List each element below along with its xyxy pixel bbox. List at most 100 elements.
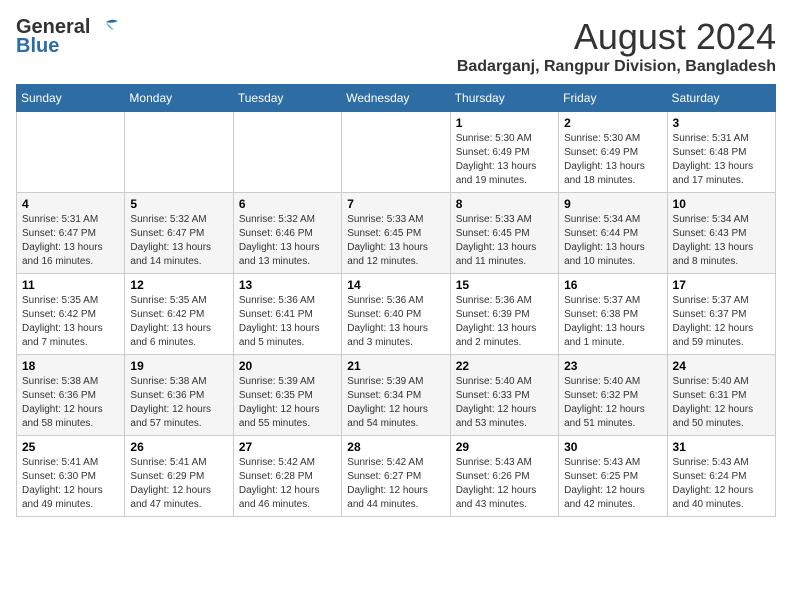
week-row-4: 18 Sunrise: 5:38 AM Sunset: 6:36 PM Dayli… [17, 355, 776, 436]
day-number: 17 [673, 278, 770, 292]
day-info: Sunrise: 5:37 AM Sunset: 6:37 PM Dayligh… [673, 294, 770, 350]
day-info: Sunrise: 5:36 AM Sunset: 6:39 PM Dayligh… [456, 294, 553, 350]
day-info: Sunrise: 5:36 AM Sunset: 6:41 PM Dayligh… [239, 294, 336, 350]
day-info: Sunrise: 5:42 AM Sunset: 6:27 PM Dayligh… [347, 456, 444, 512]
day-number: 27 [239, 440, 336, 454]
calendar-cell-w5-d2: 26Sunrise: 5:41 AM Sunset: 6:29 PM Dayli… [125, 436, 233, 517]
title-section: August 2024 Badarganj, Rangpur Division,… [457, 16, 776, 76]
week-row-3: 11 Sunrise: 5:35 AM Sunset: 6:42 PM Dayli… [17, 274, 776, 355]
logo-bird-icon [92, 18, 120, 38]
calendar-cell-w3-d7: 17 Sunrise: 5:37 AM Sunset: 6:37 PM Dayli… [667, 274, 775, 355]
week-row-1: 1Sunrise: 5:30 AM Sunset: 6:49 PM Daylig… [17, 112, 776, 193]
day-info: Sunrise: 5:34 AM Sunset: 6:44 PM Dayligh… [564, 213, 661, 269]
calendar-cell-w2-d2: 5Sunrise: 5:32 AM Sunset: 6:47 PM Daylig… [125, 193, 233, 274]
day-number: 11 [22, 278, 119, 292]
calendar-cell-w3-d6: 16 Sunrise: 5:37 AM Sunset: 6:38 PM Dayli… [559, 274, 667, 355]
day-number: 16 [564, 278, 661, 292]
calendar-cell-w2-d1: 4 Sunrise: 5:31 AM Sunset: 6:47 PM Daylig… [17, 193, 125, 274]
day-info: Sunrise: 5:39 AM Sunset: 6:34 PM Dayligh… [347, 375, 444, 431]
calendar-cell-w3-d5: 15Sunrise: 5:36 AM Sunset: 6:39 PM Dayli… [450, 274, 558, 355]
calendar-cell-w4-d1: 18 Sunrise: 5:38 AM Sunset: 6:36 PM Dayli… [17, 355, 125, 436]
day-number: 28 [347, 440, 444, 454]
day-info: Sunrise: 5:35 AM Sunset: 6:42 PM Dayligh… [22, 294, 119, 350]
calendar-cell-w1-d2 [125, 112, 233, 193]
page-header: General Blue August 2024 Badarganj, Rang… [16, 16, 776, 76]
day-number: 25 [22, 440, 119, 454]
week-row-5: 25 Sunrise: 5:41 AM Sunset: 6:30 PM Dayli… [17, 436, 776, 517]
calendar-cell-w2-d5: 8 Sunrise: 5:33 AM Sunset: 6:45 PM Daylig… [450, 193, 558, 274]
day-info: Sunrise: 5:41 AM Sunset: 6:30 PM Dayligh… [22, 456, 119, 512]
calendar-cell-w3-d4: 14 Sunrise: 5:36 AM Sunset: 6:40 PM Dayli… [342, 274, 450, 355]
day-info: Sunrise: 5:30 AM Sunset: 6:49 PM Dayligh… [456, 132, 553, 188]
calendar-cell-w1-d6: 2 Sunrise: 5:30 AM Sunset: 6:49 PM Daylig… [559, 112, 667, 193]
day-info: Sunrise: 5:31 AM Sunset: 6:48 PM Dayligh… [673, 132, 770, 188]
day-number: 24 [673, 359, 770, 373]
day-number: 19 [130, 359, 227, 373]
day-info: Sunrise: 5:37 AM Sunset: 6:38 PM Dayligh… [564, 294, 661, 350]
day-info: Sunrise: 5:30 AM Sunset: 6:49 PM Dayligh… [564, 132, 661, 188]
logo-blue: Blue [16, 35, 59, 58]
header-tuesday: Tuesday [233, 85, 341, 112]
calendar-table: Sunday Monday Tuesday Wednesday Thursday… [16, 84, 776, 517]
calendar-cell-w5-d5: 29 Sunrise: 5:43 AM Sunset: 6:26 PM Dayli… [450, 436, 558, 517]
month-year-title: August 2024 [457, 16, 776, 58]
calendar-cell-w5-d1: 25 Sunrise: 5:41 AM Sunset: 6:30 PM Dayli… [17, 436, 125, 517]
day-number: 14 [347, 278, 444, 292]
logo: General Blue [16, 16, 120, 58]
calendar-cell-w1-d4 [342, 112, 450, 193]
day-info: Sunrise: 5:43 AM Sunset: 6:24 PM Dayligh… [673, 456, 770, 512]
day-info: Sunrise: 5:39 AM Sunset: 6:35 PM Dayligh… [239, 375, 336, 431]
day-number: 22 [456, 359, 553, 373]
day-info: Sunrise: 5:36 AM Sunset: 6:40 PM Dayligh… [347, 294, 444, 350]
calendar-cell-w4-d4: 21 Sunrise: 5:39 AM Sunset: 6:34 PM Dayli… [342, 355, 450, 436]
calendar-cell-w2-d7: 10Sunrise: 5:34 AM Sunset: 6:43 PM Dayli… [667, 193, 775, 274]
day-number: 30 [564, 440, 661, 454]
calendar-cell-w1-d1 [17, 112, 125, 193]
day-info: Sunrise: 5:35 AM Sunset: 6:42 PM Dayligh… [130, 294, 227, 350]
day-number: 21 [347, 359, 444, 373]
header-wednesday: Wednesday [342, 85, 450, 112]
day-number: 3 [673, 116, 770, 130]
day-info: Sunrise: 5:38 AM Sunset: 6:36 PM Dayligh… [22, 375, 119, 431]
calendar-cell-w3-d2: 12 Sunrise: 5:35 AM Sunset: 6:42 PM Dayli… [125, 274, 233, 355]
day-number: 12 [130, 278, 227, 292]
week-row-2: 4 Sunrise: 5:31 AM Sunset: 6:47 PM Daylig… [17, 193, 776, 274]
day-number: 29 [456, 440, 553, 454]
day-number: 5 [130, 197, 227, 211]
day-number: 4 [22, 197, 119, 211]
calendar-cell-w2-d4: 7Sunrise: 5:33 AM Sunset: 6:45 PM Daylig… [342, 193, 450, 274]
calendar-cell-w2-d3: 6Sunrise: 5:32 AM Sunset: 6:46 PM Daylig… [233, 193, 341, 274]
day-info: Sunrise: 5:33 AM Sunset: 6:45 PM Dayligh… [456, 213, 553, 269]
day-info: Sunrise: 5:40 AM Sunset: 6:32 PM Dayligh… [564, 375, 661, 431]
calendar-cell-w4-d6: 23 Sunrise: 5:40 AM Sunset: 6:32 PM Dayli… [559, 355, 667, 436]
calendar-cell-w4-d3: 20Sunrise: 5:39 AM Sunset: 6:35 PM Dayli… [233, 355, 341, 436]
day-info: Sunrise: 5:31 AM Sunset: 6:47 PM Dayligh… [22, 213, 119, 269]
header-sunday: Sunday [17, 85, 125, 112]
day-info: Sunrise: 5:38 AM Sunset: 6:36 PM Dayligh… [130, 375, 227, 431]
header-saturday: Saturday [667, 85, 775, 112]
day-number: 31 [673, 440, 770, 454]
calendar-cell-w1-d5: 1Sunrise: 5:30 AM Sunset: 6:49 PM Daylig… [450, 112, 558, 193]
day-number: 23 [564, 359, 661, 373]
day-number: 18 [22, 359, 119, 373]
day-info: Sunrise: 5:40 AM Sunset: 6:33 PM Dayligh… [456, 375, 553, 431]
day-number: 26 [130, 440, 227, 454]
day-info: Sunrise: 5:43 AM Sunset: 6:25 PM Dayligh… [564, 456, 661, 512]
calendar-header-row: Sunday Monday Tuesday Wednesday Thursday… [17, 85, 776, 112]
day-info: Sunrise: 5:43 AM Sunset: 6:26 PM Dayligh… [456, 456, 553, 512]
calendar-cell-w1-d3 [233, 112, 341, 193]
calendar-cell-w5-d7: 31 Sunrise: 5:43 AM Sunset: 6:24 PM Dayli… [667, 436, 775, 517]
header-friday: Friday [559, 85, 667, 112]
day-number: 2 [564, 116, 661, 130]
day-number: 10 [673, 197, 770, 211]
day-number: 9 [564, 197, 661, 211]
day-info: Sunrise: 5:33 AM Sunset: 6:45 PM Dayligh… [347, 213, 444, 269]
day-number: 6 [239, 197, 336, 211]
calendar-cell-w5-d4: 28 Sunrise: 5:42 AM Sunset: 6:27 PM Dayli… [342, 436, 450, 517]
calendar-cell-w1-d7: 3 Sunrise: 5:31 AM Sunset: 6:48 PM Daylig… [667, 112, 775, 193]
day-number: 8 [456, 197, 553, 211]
calendar-cell-w2-d6: 9 Sunrise: 5:34 AM Sunset: 6:44 PM Daylig… [559, 193, 667, 274]
calendar-cell-w5-d6: 30 Sunrise: 5:43 AM Sunset: 6:25 PM Dayli… [559, 436, 667, 517]
calendar-cell-w4-d2: 19 Sunrise: 5:38 AM Sunset: 6:36 PM Dayli… [125, 355, 233, 436]
day-info: Sunrise: 5:42 AM Sunset: 6:28 PM Dayligh… [239, 456, 336, 512]
